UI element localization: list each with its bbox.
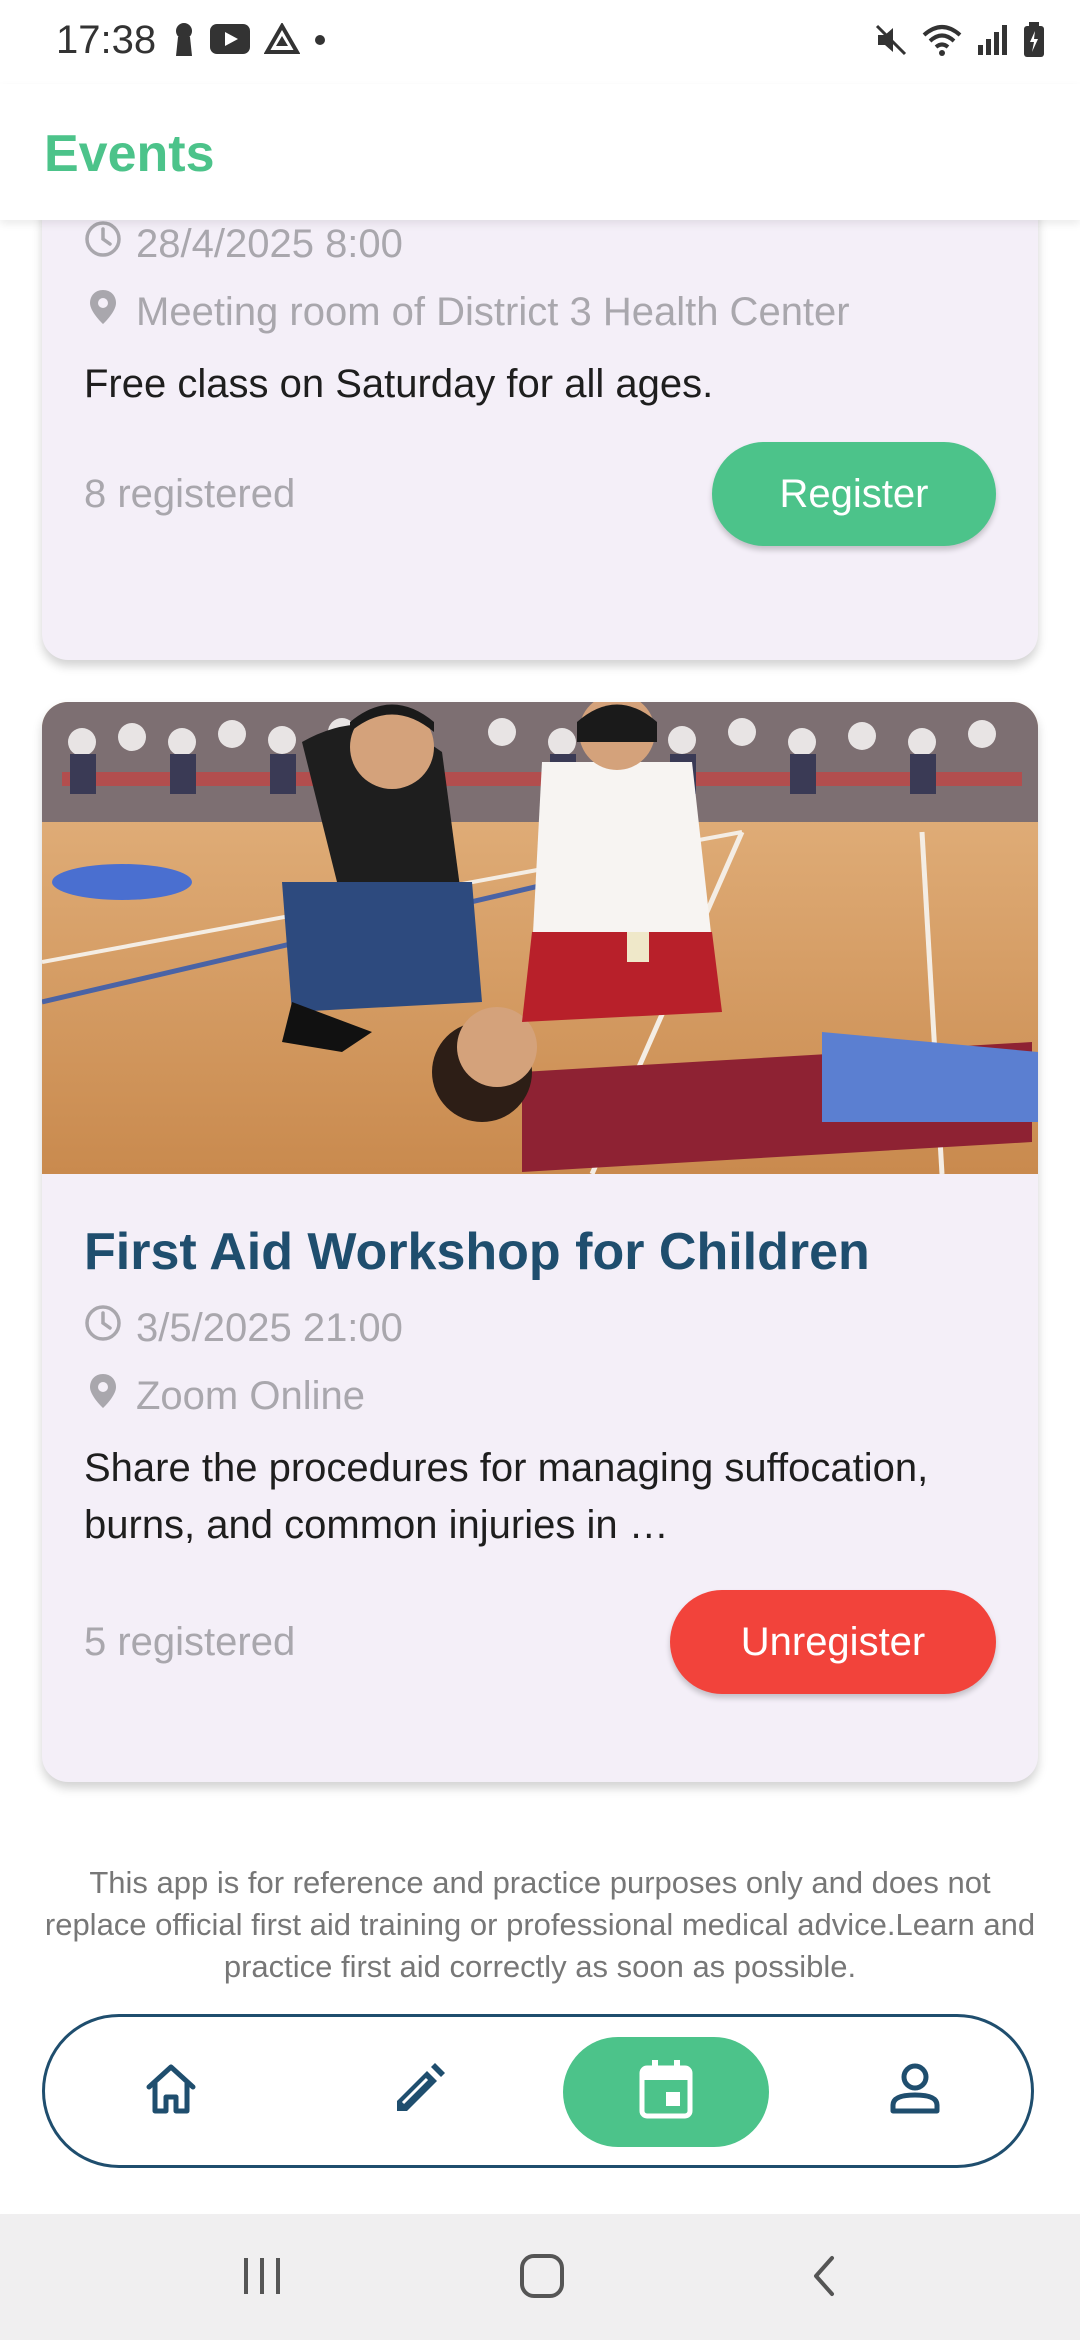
- events-list[interactable]: 28/4/2025 8:00 Meeting room of District …: [0, 220, 1080, 2010]
- home-button[interactable]: [518, 2246, 566, 2311]
- event-datetime-row: 3/5/2025 21:00: [84, 1304, 403, 1352]
- system-nav-bar: [0, 2214, 1080, 2340]
- page-title: Events: [44, 125, 215, 183]
- bottom-nav: [42, 2014, 1034, 2168]
- location-pin-icon: [84, 1372, 122, 1420]
- event-title: First Aid Workshop for Children: [84, 1223, 870, 1281]
- event-datetime: 28/4/2025 8:00: [136, 221, 403, 266]
- disclaimer-text: This app is for reference and practice p…: [44, 1865, 1036, 1984]
- event-description: Free class on Saturday for all ages.: [84, 362, 714, 406]
- drive-icon: [263, 21, 301, 60]
- registered-count: 5 registered: [84, 1620, 296, 1664]
- nav-home[interactable]: [119, 2039, 223, 2143]
- profile-icon: [885, 2059, 945, 2124]
- event-location-row: Zoom Online: [84, 1372, 365, 1420]
- event-datetime: 3/5/2025 21:00: [136, 1305, 403, 1350]
- youtube-icon: [210, 24, 250, 59]
- home-icon: [141, 2059, 201, 2124]
- nav-events[interactable]: [563, 2037, 769, 2147]
- mute-icon: [874, 23, 908, 62]
- nav-edit[interactable]: [367, 2039, 471, 2143]
- app-header: Events: [0, 84, 1080, 220]
- status-bar: 17:38: [0, 0, 1080, 84]
- event-location: Meeting room of District 3 Health Center: [136, 289, 850, 334]
- register-button[interactable]: Register: [712, 442, 996, 546]
- registered-count: 8 registered: [84, 472, 296, 516]
- unregister-button[interactable]: Unregister: [670, 1590, 996, 1694]
- event-card: First Aid Workshop for Children 3/5/2025…: [42, 702, 1038, 1782]
- back-button[interactable]: [806, 2246, 842, 2311]
- event-datetime-row: 28/4/2025 8:00: [84, 220, 403, 268]
- event-card: 28/4/2025 8:00 Meeting room of District …: [42, 220, 1038, 660]
- wifi-icon: [922, 23, 962, 62]
- status-left-icons: [172, 21, 326, 61]
- keyhole-icon: [172, 22, 196, 61]
- event-location-row: Meeting room of District 3 Health Center: [84, 288, 850, 336]
- edit-icon: [389, 2059, 449, 2124]
- status-time: 17:38: [56, 18, 157, 62]
- clock-icon: [84, 1304, 122, 1352]
- recent-apps-button[interactable]: [240, 2246, 284, 2311]
- notification-dot-icon: [314, 33, 326, 51]
- event-image: [42, 702, 1038, 1174]
- location-pin-icon: [84, 288, 122, 336]
- signal-icon: [976, 23, 1008, 62]
- event-location: Zoom Online: [136, 1373, 365, 1418]
- clock-icon: [84, 220, 122, 268]
- status-right-icons: [874, 22, 1046, 63]
- battery-icon: [1022, 22, 1046, 63]
- calendar-icon: [636, 2058, 696, 2127]
- nav-profile[interactable]: [863, 2039, 967, 2143]
- event-description: Share the procedures for managing suffoc…: [84, 1446, 929, 1547]
